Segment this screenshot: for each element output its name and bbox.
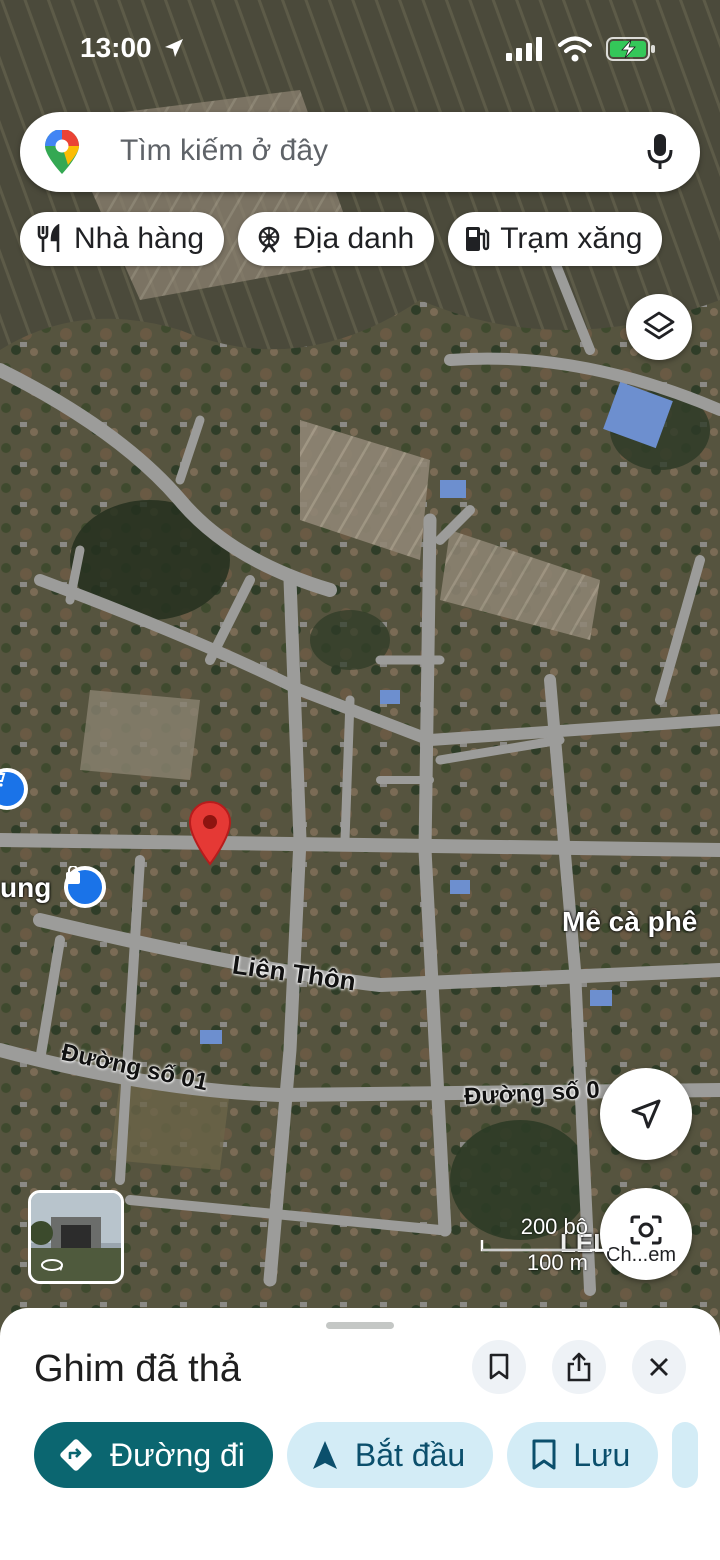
search-bar[interactable]: Tìm kiếm ở đây [20, 112, 700, 192]
start-label: Bắt đầu [354, 1436, 466, 1473]
close-icon [650, 1358, 668, 1376]
battery-charging-icon [606, 37, 655, 61]
landmark-icon [258, 226, 280, 253]
save-label: Lưu [573, 1436, 631, 1473]
category-chips: Nhà hàng Địa danh Trạm xăng [20, 212, 663, 266]
chip-landmarks[interactable]: Địa danh [238, 212, 435, 266]
signal-icon [506, 37, 542, 61]
close-button[interactable] [632, 1340, 686, 1394]
search-placeholder: Tìm kiếm ở đây [120, 134, 329, 167]
layers-button[interactable] [626, 294, 692, 360]
status-bar: 13:00 [0, 28, 720, 72]
more-actions-partial[interactable] [672, 1422, 699, 1488]
directions-button[interactable]: Đường đi [34, 1422, 273, 1488]
bookmark-icon [532, 1439, 556, 1470]
bookmark-icon [489, 1353, 509, 1380]
chip-label: Trạm xăng [500, 222, 643, 255]
save-button[interactable]: Lưu [507, 1422, 659, 1488]
start-button[interactable]: Bắt đầu [286, 1422, 494, 1488]
chip-label: Địa danh [294, 222, 415, 255]
chip-restaurants[interactable]: Nhà hàng [20, 212, 225, 266]
camera-lens-icon [630, 1215, 662, 1245]
lens-button-label: Ch...em [606, 1244, 677, 1266]
share-button[interactable] [552, 1340, 606, 1394]
scale-meters: 100 m [526, 1250, 588, 1275]
bookmark-button[interactable] [472, 1340, 526, 1394]
map-scale: 200 bộ 100 m [480, 1214, 610, 1275]
scale-feet: 200 bộ [520, 1214, 588, 1239]
chip-label: Nhà hàng [74, 222, 205, 255]
navigation-icon [312, 1441, 337, 1469]
location-arrow-icon [165, 39, 184, 57]
my-location-button[interactable] [600, 1068, 692, 1160]
google-maps-logo-icon [45, 130, 79, 174]
sheet-title: Ghim đã thả [34, 1348, 241, 1390]
chip-gas-stations[interactable]: Trạm xăng [448, 212, 663, 266]
poi-label-partial[interactable]: ung [0, 872, 51, 904]
share-icon [567, 1352, 591, 1382]
street-view-thumbnail[interactable] [28, 1190, 124, 1284]
wifi-icon [558, 36, 592, 62]
shopping-bag-poi-icon[interactable] [64, 866, 106, 908]
microphone-icon[interactable] [646, 132, 674, 172]
restaurant-icon [37, 224, 60, 252]
gas-station-icon [466, 227, 490, 251]
rotate-360-icon [41, 1259, 63, 1271]
action-buttons: Đường đi Bắt đầu Lưu [34, 1422, 699, 1488]
lens-button[interactable]: Ch...em [600, 1188, 692, 1280]
status-time: 13:00 [80, 32, 152, 63]
sheet-drag-handle[interactable] [326, 1322, 394, 1329]
directions-icon [60, 1439, 92, 1471]
bottom-sheet: Ghim đã thả Đường đi Bắt đầu Lưu [0, 1308, 720, 1560]
layers-icon [643, 311, 675, 340]
directions-label: Đường đi [110, 1436, 245, 1473]
poi-label-cafe[interactable]: Mê cà phê [562, 906, 697, 938]
navigation-arrow-icon [631, 1099, 661, 1129]
